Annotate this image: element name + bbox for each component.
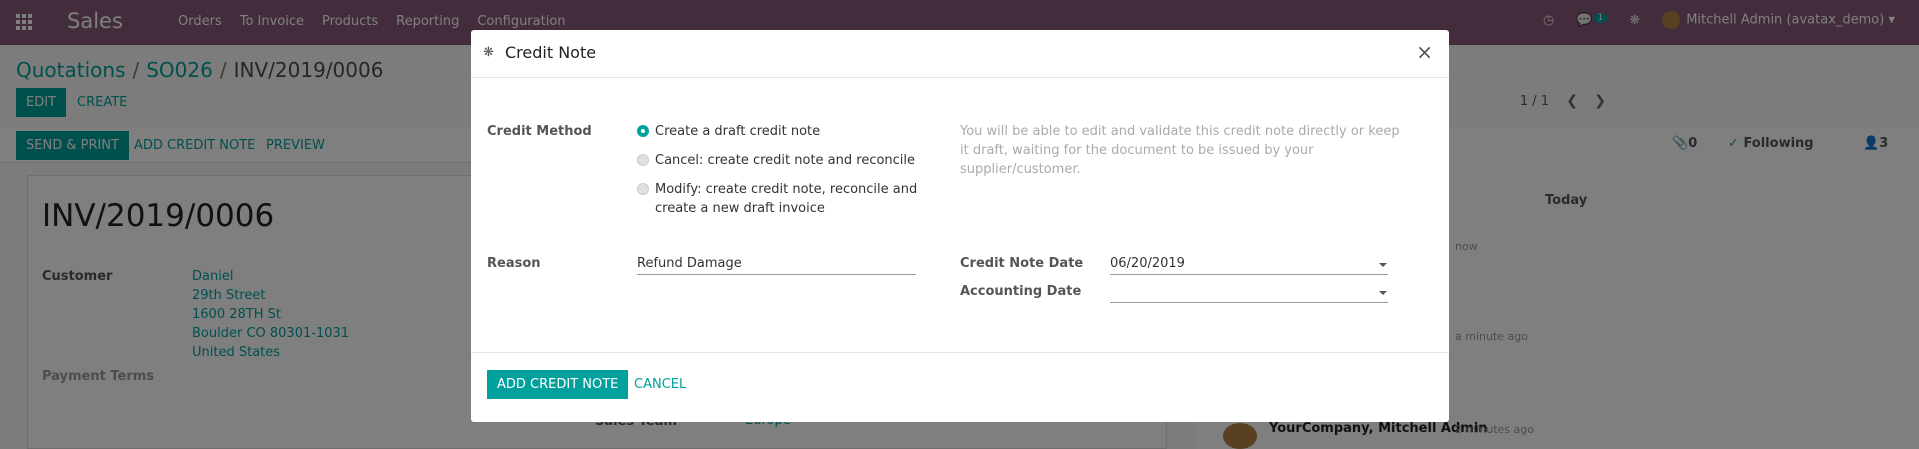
option-label: Create a draft credit note (655, 124, 821, 139)
credit-method-label: Credit Method (487, 124, 592, 139)
accounting-date-label: Accounting Date (960, 284, 1082, 299)
dialog-title: Credit Note (505, 43, 597, 62)
credit-method-help-text: You will be able to edit and validate th… (960, 124, 1400, 177)
credit-note-dialog: ❋ Credit Note × Credit Method Create a d… (471, 30, 1449, 422)
reason-label: Reason (487, 256, 541, 271)
chevron-down-icon[interactable] (1379, 263, 1387, 267)
close-icon[interactable]: × (1416, 40, 1433, 64)
cancel-button[interactable]: Cancel (626, 370, 694, 399)
option-label: Modify: create credit note, reconcile an… (655, 182, 918, 216)
dialog-footer: Add Credit Note Cancel (471, 352, 1449, 422)
dialog-header: ❋ Credit Note × (471, 30, 1449, 78)
radio-button[interactable] (637, 183, 649, 195)
chevron-down-icon[interactable] (1379, 291, 1387, 295)
credit-method-option-cancel[interactable]: Cancel: create credit note and reconcile (637, 151, 915, 170)
credit-method-option-modify[interactable]: Modify: create credit note, reconcile an… (637, 180, 917, 218)
bug-icon: ❋ (483, 45, 494, 60)
credit-method-option-draft[interactable]: Create a draft credit note (637, 122, 820, 141)
radio-button[interactable] (637, 125, 649, 137)
option-label: Cancel: create credit note and reconcile (655, 153, 916, 168)
reason-input[interactable] (637, 253, 916, 275)
accounting-date-input[interactable] (1110, 281, 1388, 303)
credit-note-date-label: Credit Note Date (960, 256, 1084, 271)
credit-note-date-input[interactable] (1110, 253, 1388, 275)
add-credit-note-button[interactable]: Add Credit Note (487, 370, 629, 399)
radio-button[interactable] (637, 154, 649, 166)
